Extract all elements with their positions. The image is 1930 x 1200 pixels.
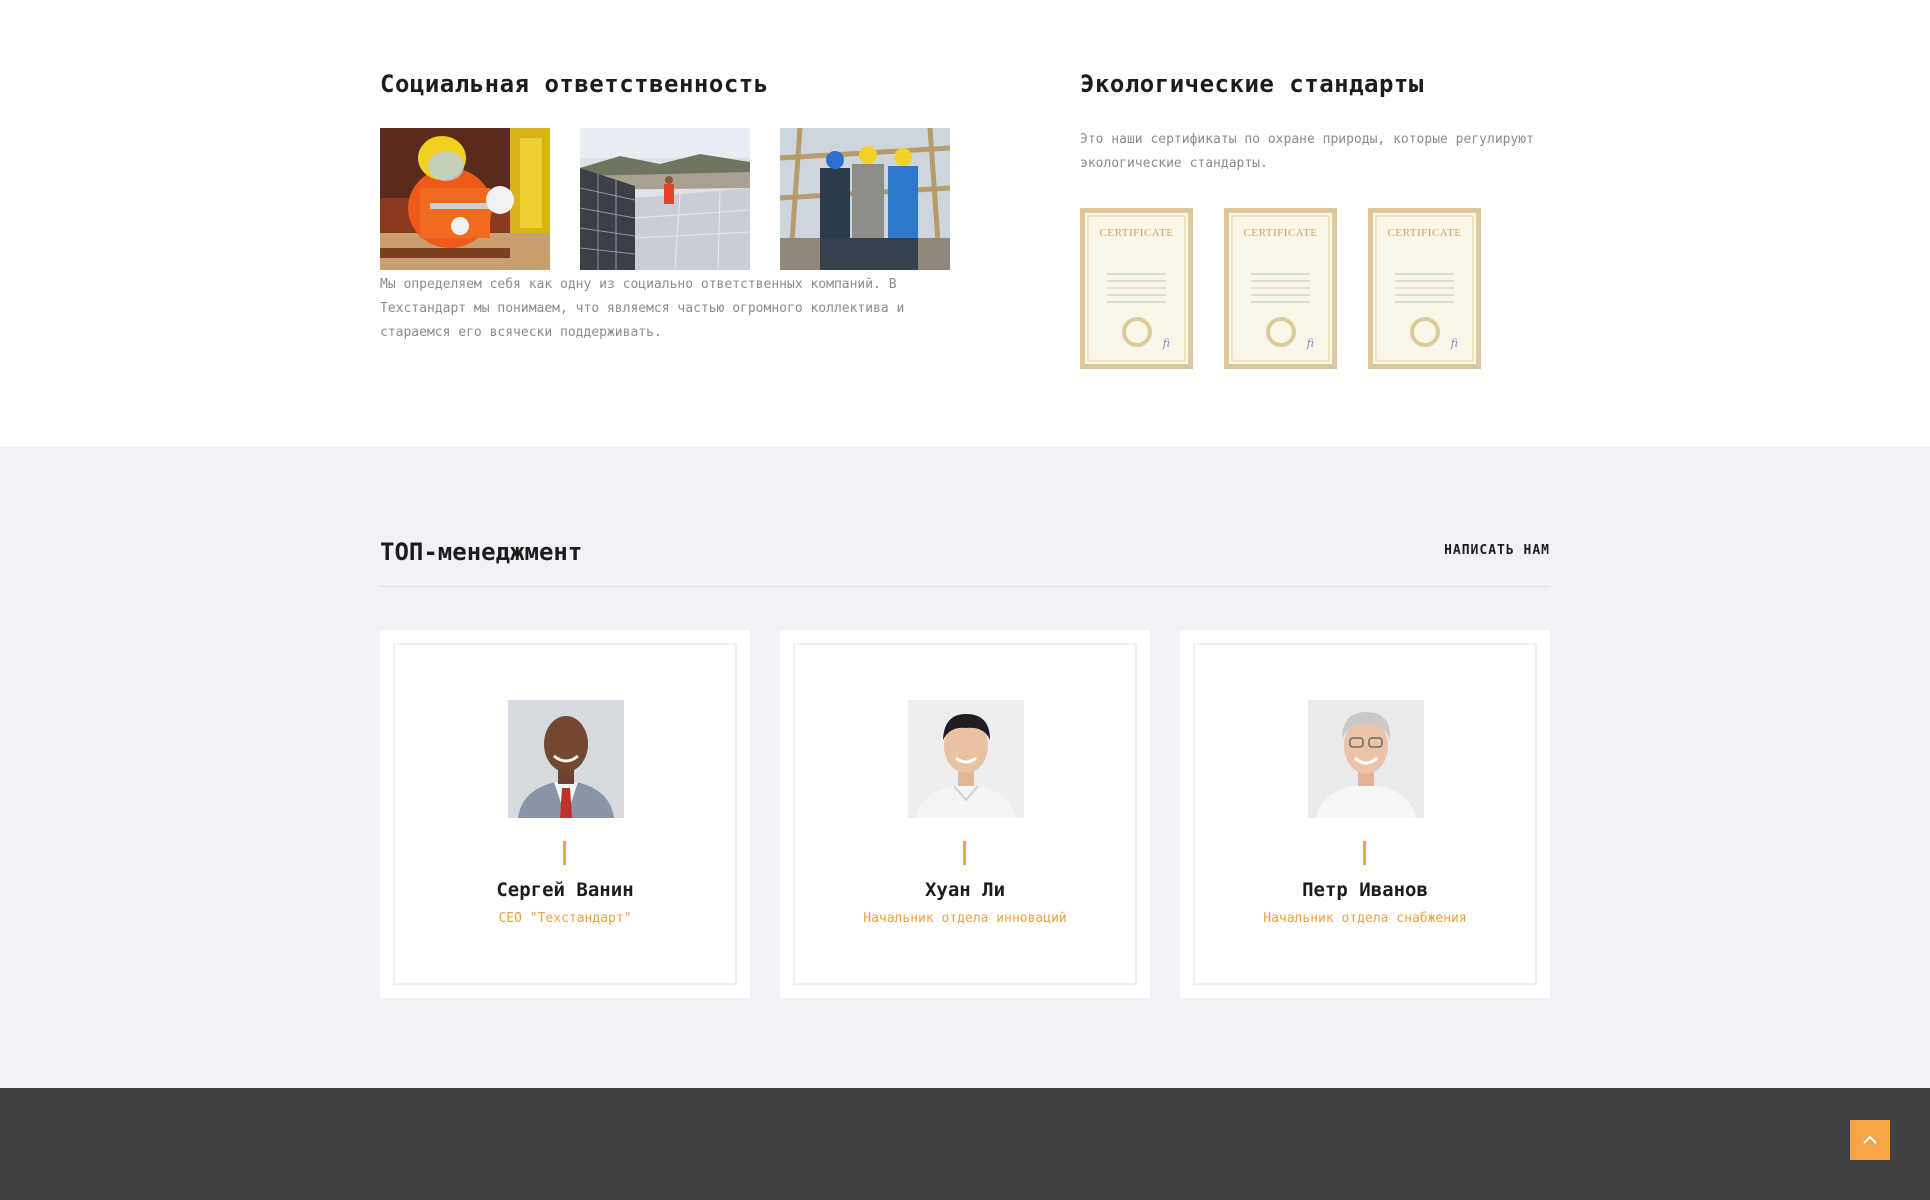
person-role: Начальник отдела снабжения (1263, 911, 1467, 926)
footer (0, 1088, 1930, 1200)
certificate-signature: ﬁ (1450, 337, 1458, 350)
solar-panel-worker-photo[interactable] (580, 128, 750, 270)
eco-standards-block: Экологические стандарты Это наши сертифи… (1080, 66, 1560, 369)
certificate-text-lines (1107, 273, 1166, 308)
certificate-card[interactable]: CERTIFICATE ﬁ (1368, 208, 1481, 369)
person-name: Хуан Ли (924, 879, 1006, 901)
certificate-seal-icon (1266, 317, 1296, 347)
person-card[interactable]: Сергей Ванин CEO "Техстандарт" (380, 630, 750, 998)
contact-us-link[interactable]: НАПИСАТЬ НАМ (1444, 543, 1550, 558)
management-cards: Сергей Ванин CEO "Техстандарт" Хуан Ли Н… (380, 630, 1550, 998)
person-card[interactable]: Хуан Ли Начальник отдела инноваций (780, 630, 1150, 998)
person-card-inner: Сергей Ванин CEO "Техстандарт" (393, 643, 737, 985)
avatar (908, 700, 1024, 818)
chevron-up-icon (1863, 1135, 1877, 1144)
person-card-inner: Петр Иванов Начальник отдела снабжения (1193, 643, 1537, 985)
accent-bar (1363, 841, 1366, 865)
person-name: Петр Иванов (1302, 879, 1428, 901)
eco-title: Экологические стандарты (1080, 70, 1424, 98)
accent-bar (563, 841, 566, 865)
certificate-card[interactable]: CERTIFICATE ﬁ (1080, 208, 1193, 369)
social-title: Социальная ответственность (380, 70, 769, 98)
social-photo-row (380, 128, 960, 270)
construction-team-photo[interactable] (780, 128, 950, 270)
accent-bar (963, 841, 966, 865)
management-section: ТОП-менеджмент НАПИСАТЬ НАМ Сергей Ванин… (0, 447, 1930, 1088)
certificate-title: CERTIFICATE (1099, 227, 1174, 239)
social-responsibility-block: Социальная ответственность Мы определяем… (380, 66, 960, 345)
certificate-signature: ﬁ (1306, 337, 1314, 350)
avatar (1308, 700, 1424, 818)
certificate-card[interactable]: CERTIFICATE ﬁ (1224, 208, 1337, 369)
certificate-title: CERTIFICATE (1243, 227, 1318, 239)
person-card-inner: Хуан Ли Начальник отдела инноваций (793, 643, 1137, 985)
responsibility-section: Социальная ответственность Мы определяем… (0, 0, 1930, 447)
certificate-seal-icon (1122, 317, 1152, 347)
management-header: ТОП-менеджмент НАПИСАТЬ НАМ (380, 537, 1550, 587)
person-name: Сергей Ванин (496, 879, 634, 901)
eco-description: Это наши сертификаты по охране природы, … (1080, 132, 1534, 171)
person-role: Начальник отдела инноваций (863, 911, 1067, 926)
person-card[interactable]: Петр Иванов Начальник отдела снабжения (1180, 630, 1550, 998)
certificate-row: CERTIFICATE ﬁ CERTIFICATE ﬁ CERTIFICATE … (1080, 208, 1560, 369)
management-title: ТОП-менеджмент (380, 538, 583, 566)
worker-welding-photo[interactable] (380, 128, 550, 270)
social-description: Мы определяем себя как одну из социально… (380, 277, 905, 340)
certificate-seal-icon (1410, 317, 1440, 347)
certificate-text-lines (1395, 273, 1454, 308)
person-role: CEO "Техстандарт" (498, 911, 632, 926)
scroll-to-top-button[interactable] (1850, 1120, 1890, 1160)
certificate-title: CERTIFICATE (1387, 227, 1462, 239)
certificate-signature: ﬁ (1162, 337, 1170, 350)
certificate-text-lines (1251, 273, 1310, 308)
avatar (508, 700, 624, 818)
